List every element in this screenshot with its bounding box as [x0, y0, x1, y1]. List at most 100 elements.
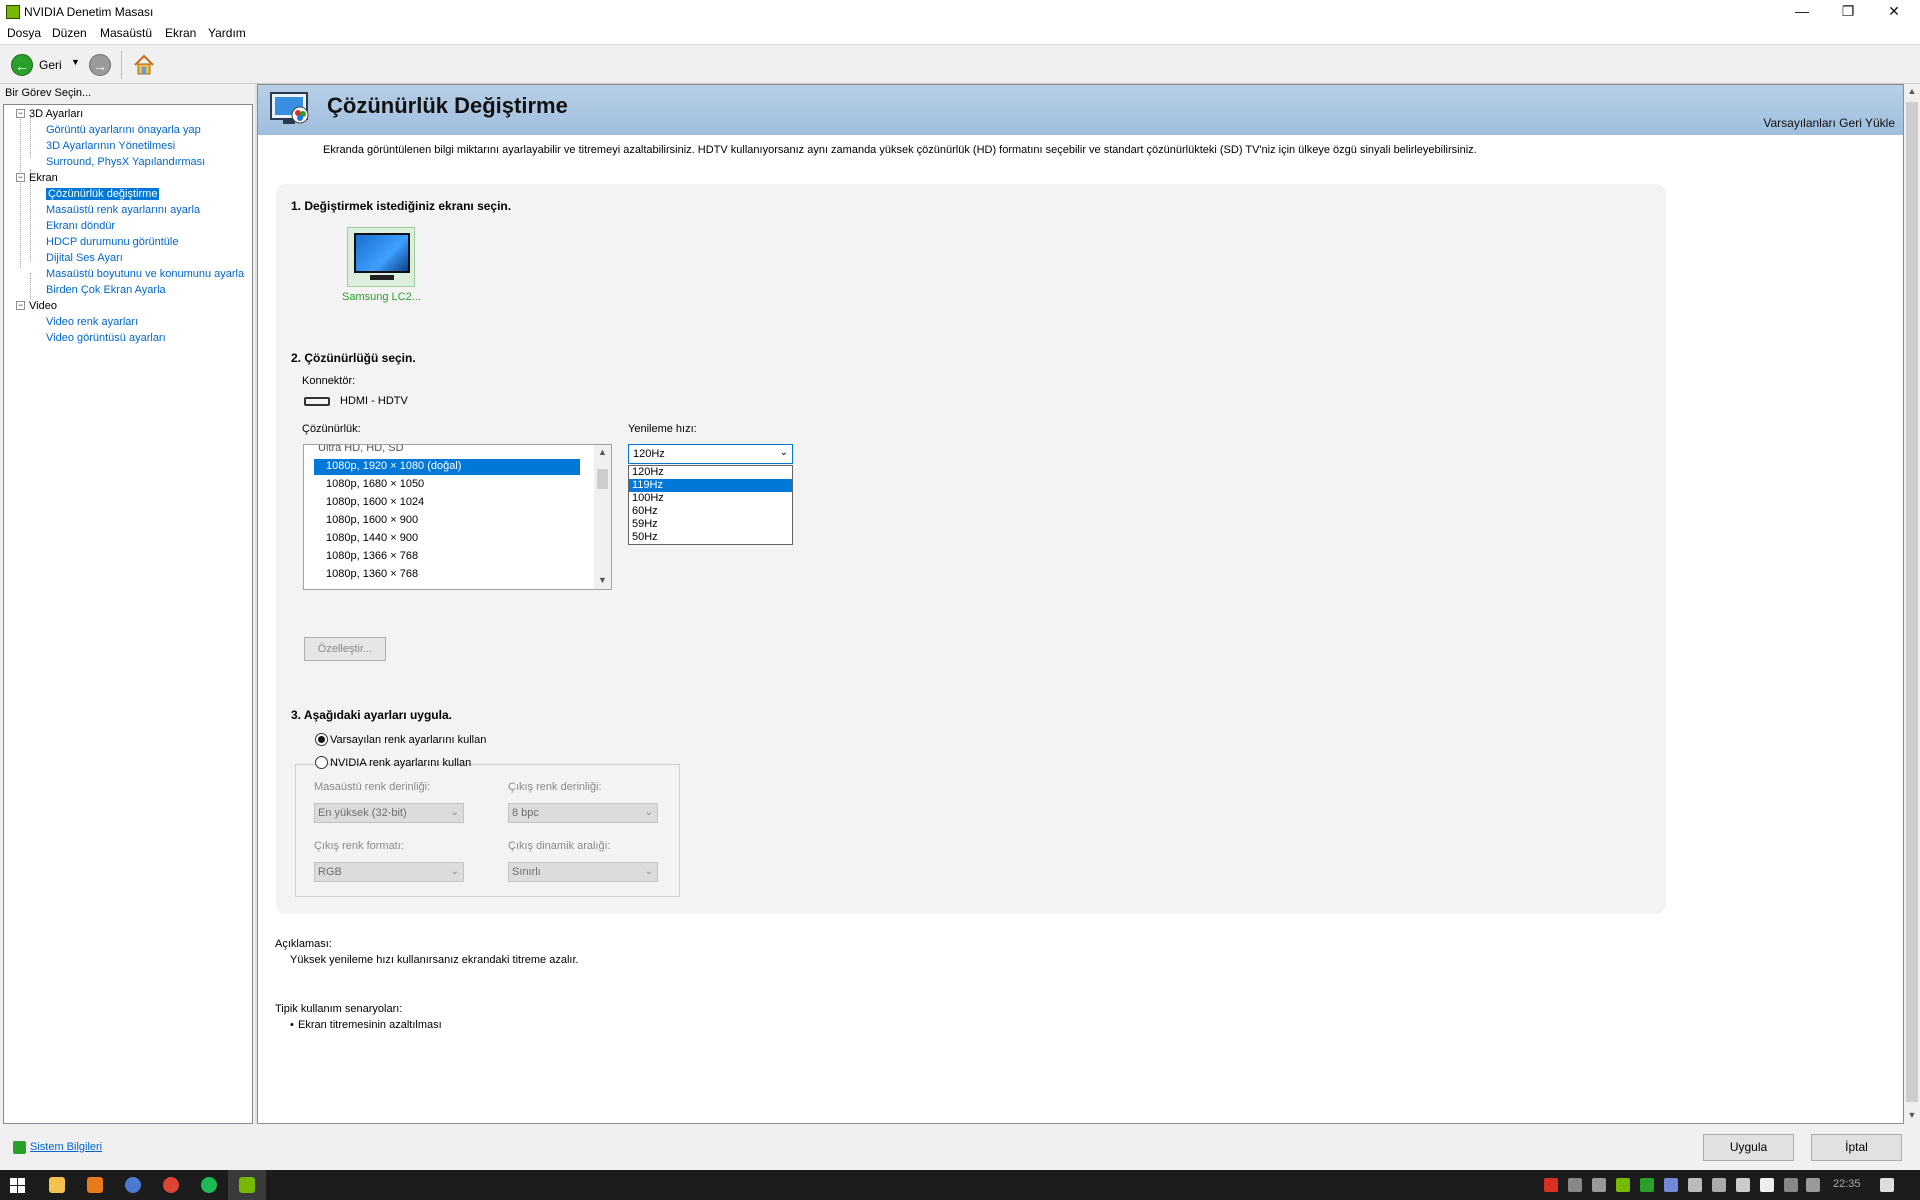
- tree-item-surround-physx[interactable]: Surround, PhysX Yapılandırması: [46, 156, 205, 168]
- scroll-thumb[interactable]: [1906, 102, 1918, 1102]
- tree-item-image-presets[interactable]: Görüntü ayarlarını önayarla yap: [46, 124, 201, 136]
- tree-item-rotate-display[interactable]: Ekranı döndür: [46, 220, 115, 232]
- tree-category-3d-settings[interactable]: 3D Ayarları: [29, 108, 83, 120]
- tree-item-desktop-color[interactable]: Masaüstü renk ayarlarını ayarla: [46, 204, 200, 216]
- refresh-option[interactable]: 50Hz: [629, 531, 792, 544]
- tree-expander-display[interactable]: −: [16, 173, 25, 182]
- refresh-option[interactable]: 60Hz: [629, 505, 792, 518]
- tray-nvidia-icon[interactable]: [1616, 1178, 1630, 1192]
- scroll-up-icon[interactable]: ▲: [1904, 86, 1920, 96]
- tree-connector: [20, 117, 21, 268]
- app-icon: [125, 1177, 141, 1193]
- tray-app-icon[interactable]: [1688, 1178, 1702, 1192]
- scroll-down-icon[interactable]: ▼: [594, 575, 611, 585]
- tree-expander-3d[interactable]: −: [16, 109, 25, 118]
- taskbar-nvidia[interactable]: [228, 1170, 266, 1200]
- refresh-option[interactable]: 100Hz: [629, 492, 792, 505]
- taskbar-chrome[interactable]: [152, 1170, 190, 1200]
- display-name-label[interactable]: Samsung LC2...: [342, 291, 421, 303]
- toolbar-divider: [121, 51, 122, 79]
- tree-category-display[interactable]: Ekran: [29, 172, 58, 184]
- back-arrow-icon[interactable]: ←: [11, 54, 33, 76]
- tray-app-icon[interactable]: [1592, 1178, 1606, 1192]
- customize-button[interactable]: Özelleştir...: [304, 637, 386, 661]
- page-description: Ekranda görüntülenen bilgi miktarını aya…: [323, 144, 1477, 156]
- chevron-down-icon: ⌄: [779, 447, 788, 458]
- menu-help[interactable]: Yardım: [208, 26, 246, 40]
- radio-nvidia-colors-label[interactable]: NVIDIA renk ayarlarını kullan: [330, 757, 471, 769]
- radio-default-colors-label[interactable]: Varsayılan renk ayarlarını kullan: [330, 734, 486, 746]
- resolution-scrollbar[interactable]: ▲ ▼: [594, 445, 611, 589]
- refresh-option[interactable]: 59Hz: [629, 518, 792, 531]
- tree-expander-video[interactable]: −: [16, 301, 25, 310]
- explanation-text: Yüksek yenileme hızı kullanırsanız ekran…: [290, 954, 579, 966]
- windows-start-icon[interactable]: [10, 1178, 25, 1193]
- forward-arrow-icon[interactable]: →: [89, 54, 111, 76]
- tray-app-icon[interactable]: [1712, 1178, 1726, 1192]
- tray-app-icon[interactable]: [1544, 1178, 1558, 1192]
- restore-button[interactable]: ❐: [1826, 0, 1870, 24]
- content-scrollbar[interactable]: ▲ ▼: [1904, 84, 1920, 1124]
- resolution-item[interactable]: 1080p, 1600 × 900: [326, 514, 418, 526]
- radio-nvidia-colors[interactable]: [315, 756, 328, 769]
- close-button[interactable]: ✕: [1872, 0, 1916, 24]
- step3-title: 3. Aşağıdaki ayarları uygula.: [291, 708, 452, 722]
- resolution-item[interactable]: 1080p, 1360 × 768: [326, 568, 418, 580]
- desktop-color-depth-value: En yüksek (32-bit): [318, 807, 407, 819]
- tree-category-video[interactable]: Video: [29, 300, 57, 312]
- desktop-color-depth-select: En yüksek (32-bit) ⌄: [314, 803, 464, 823]
- tray-app-icon[interactable]: [1760, 1178, 1774, 1192]
- back-button-label[interactable]: Geri: [39, 58, 62, 72]
- tray-discord-icon[interactable]: [1664, 1178, 1678, 1192]
- tree-item-digital-audio[interactable]: Dijital Ses Ayarı: [46, 252, 123, 264]
- system-info-icon[interactable]: [13, 1141, 26, 1154]
- taskbar-clock[interactable]: 22:35: [1833, 1178, 1861, 1190]
- resolution-listbox[interactable]: Ultra HD, HD, SD 1080p, 1920 × 1080 (doğ…: [303, 444, 612, 590]
- menu-display[interactable]: Ekran: [165, 26, 196, 40]
- minimize-button[interactable]: —: [1780, 0, 1824, 24]
- resolution-item[interactable]: 1080p, 1600 × 1024: [326, 496, 424, 508]
- apply-button[interactable]: Uygula: [1703, 1134, 1794, 1161]
- tree-item-video-color[interactable]: Video renk ayarları: [46, 316, 138, 328]
- tree-item-manage-3d[interactable]: 3D Ayarlarının Yönetilmesi: [46, 140, 175, 152]
- taskbar-app-blue[interactable]: [114, 1170, 152, 1200]
- resolution-item[interactable]: 1080p, 1440 × 900: [326, 532, 418, 544]
- menu-file[interactable]: Dosya: [7, 26, 41, 40]
- restore-defaults-link[interactable]: Varsayılanları Geri Yükle: [1763, 116, 1895, 130]
- display-tile-samsung[interactable]: [347, 227, 415, 287]
- taskbar-file-explorer[interactable]: [38, 1170, 76, 1200]
- taskbar-spotify[interactable]: [190, 1170, 228, 1200]
- resolution-item[interactable]: 1080p, 1680 × 1050: [326, 478, 424, 490]
- tree-item-video-image[interactable]: Video görüntüsü ayarları: [46, 332, 166, 344]
- tree-item-hdcp-status[interactable]: HDCP durumunu görüntüle: [46, 236, 178, 248]
- scroll-up-icon[interactable]: ▲: [594, 447, 611, 457]
- menu-edit[interactable]: Düzen: [52, 26, 87, 40]
- scroll-thumb[interactable]: [597, 469, 608, 489]
- resolution-item[interactable]: 1080p, 1920 × 1080 (doğal): [326, 460, 461, 472]
- refresh-option[interactable]: 120Hz: [629, 466, 792, 479]
- tree-item-multiple-displays[interactable]: Birden Çok Ekran Ayarla: [46, 284, 166, 296]
- tree-item-change-resolution[interactable]: Çözünürlük değiştirme: [46, 188, 160, 200]
- notifications-icon[interactable]: [1880, 1178, 1894, 1192]
- scroll-down-icon[interactable]: ▼: [1904, 1110, 1920, 1120]
- scenario-bullet-icon: •: [290, 1019, 294, 1031]
- tree-item-desktop-size[interactable]: Masaüstü boyutunu ve konumunu ayarla: [46, 268, 244, 280]
- tray-app-icon[interactable]: [1640, 1178, 1654, 1192]
- output-color-format-value: RGB: [318, 866, 342, 878]
- menu-desktop[interactable]: Masaüstü: [100, 26, 152, 40]
- refresh-option[interactable]: 119Hz: [629, 479, 792, 492]
- taskbar-app-orange[interactable]: [76, 1170, 114, 1200]
- cancel-button[interactable]: İptal: [1811, 1134, 1902, 1161]
- refresh-rate-select[interactable]: 120Hz ⌄: [628, 444, 793, 464]
- output-dynamic-range-label: Çıkış dinamik aralığı:: [508, 840, 611, 852]
- resolution-item[interactable]: 1080p, 1366 × 768: [326, 550, 418, 562]
- chevron-down-icon: ⌄: [644, 807, 653, 818]
- volume-icon[interactable]: [1806, 1178, 1820, 1192]
- tray-app-icon[interactable]: [1736, 1178, 1750, 1192]
- tray-app-icon[interactable]: [1568, 1178, 1582, 1192]
- system-info-link[interactable]: Sistem Bilgileri: [30, 1141, 102, 1153]
- back-history-dropdown-icon[interactable]: ▼: [71, 57, 80, 67]
- home-icon[interactable]: [132, 53, 156, 77]
- network-icon[interactable]: [1784, 1178, 1798, 1192]
- radio-default-colors[interactable]: [315, 733, 328, 746]
